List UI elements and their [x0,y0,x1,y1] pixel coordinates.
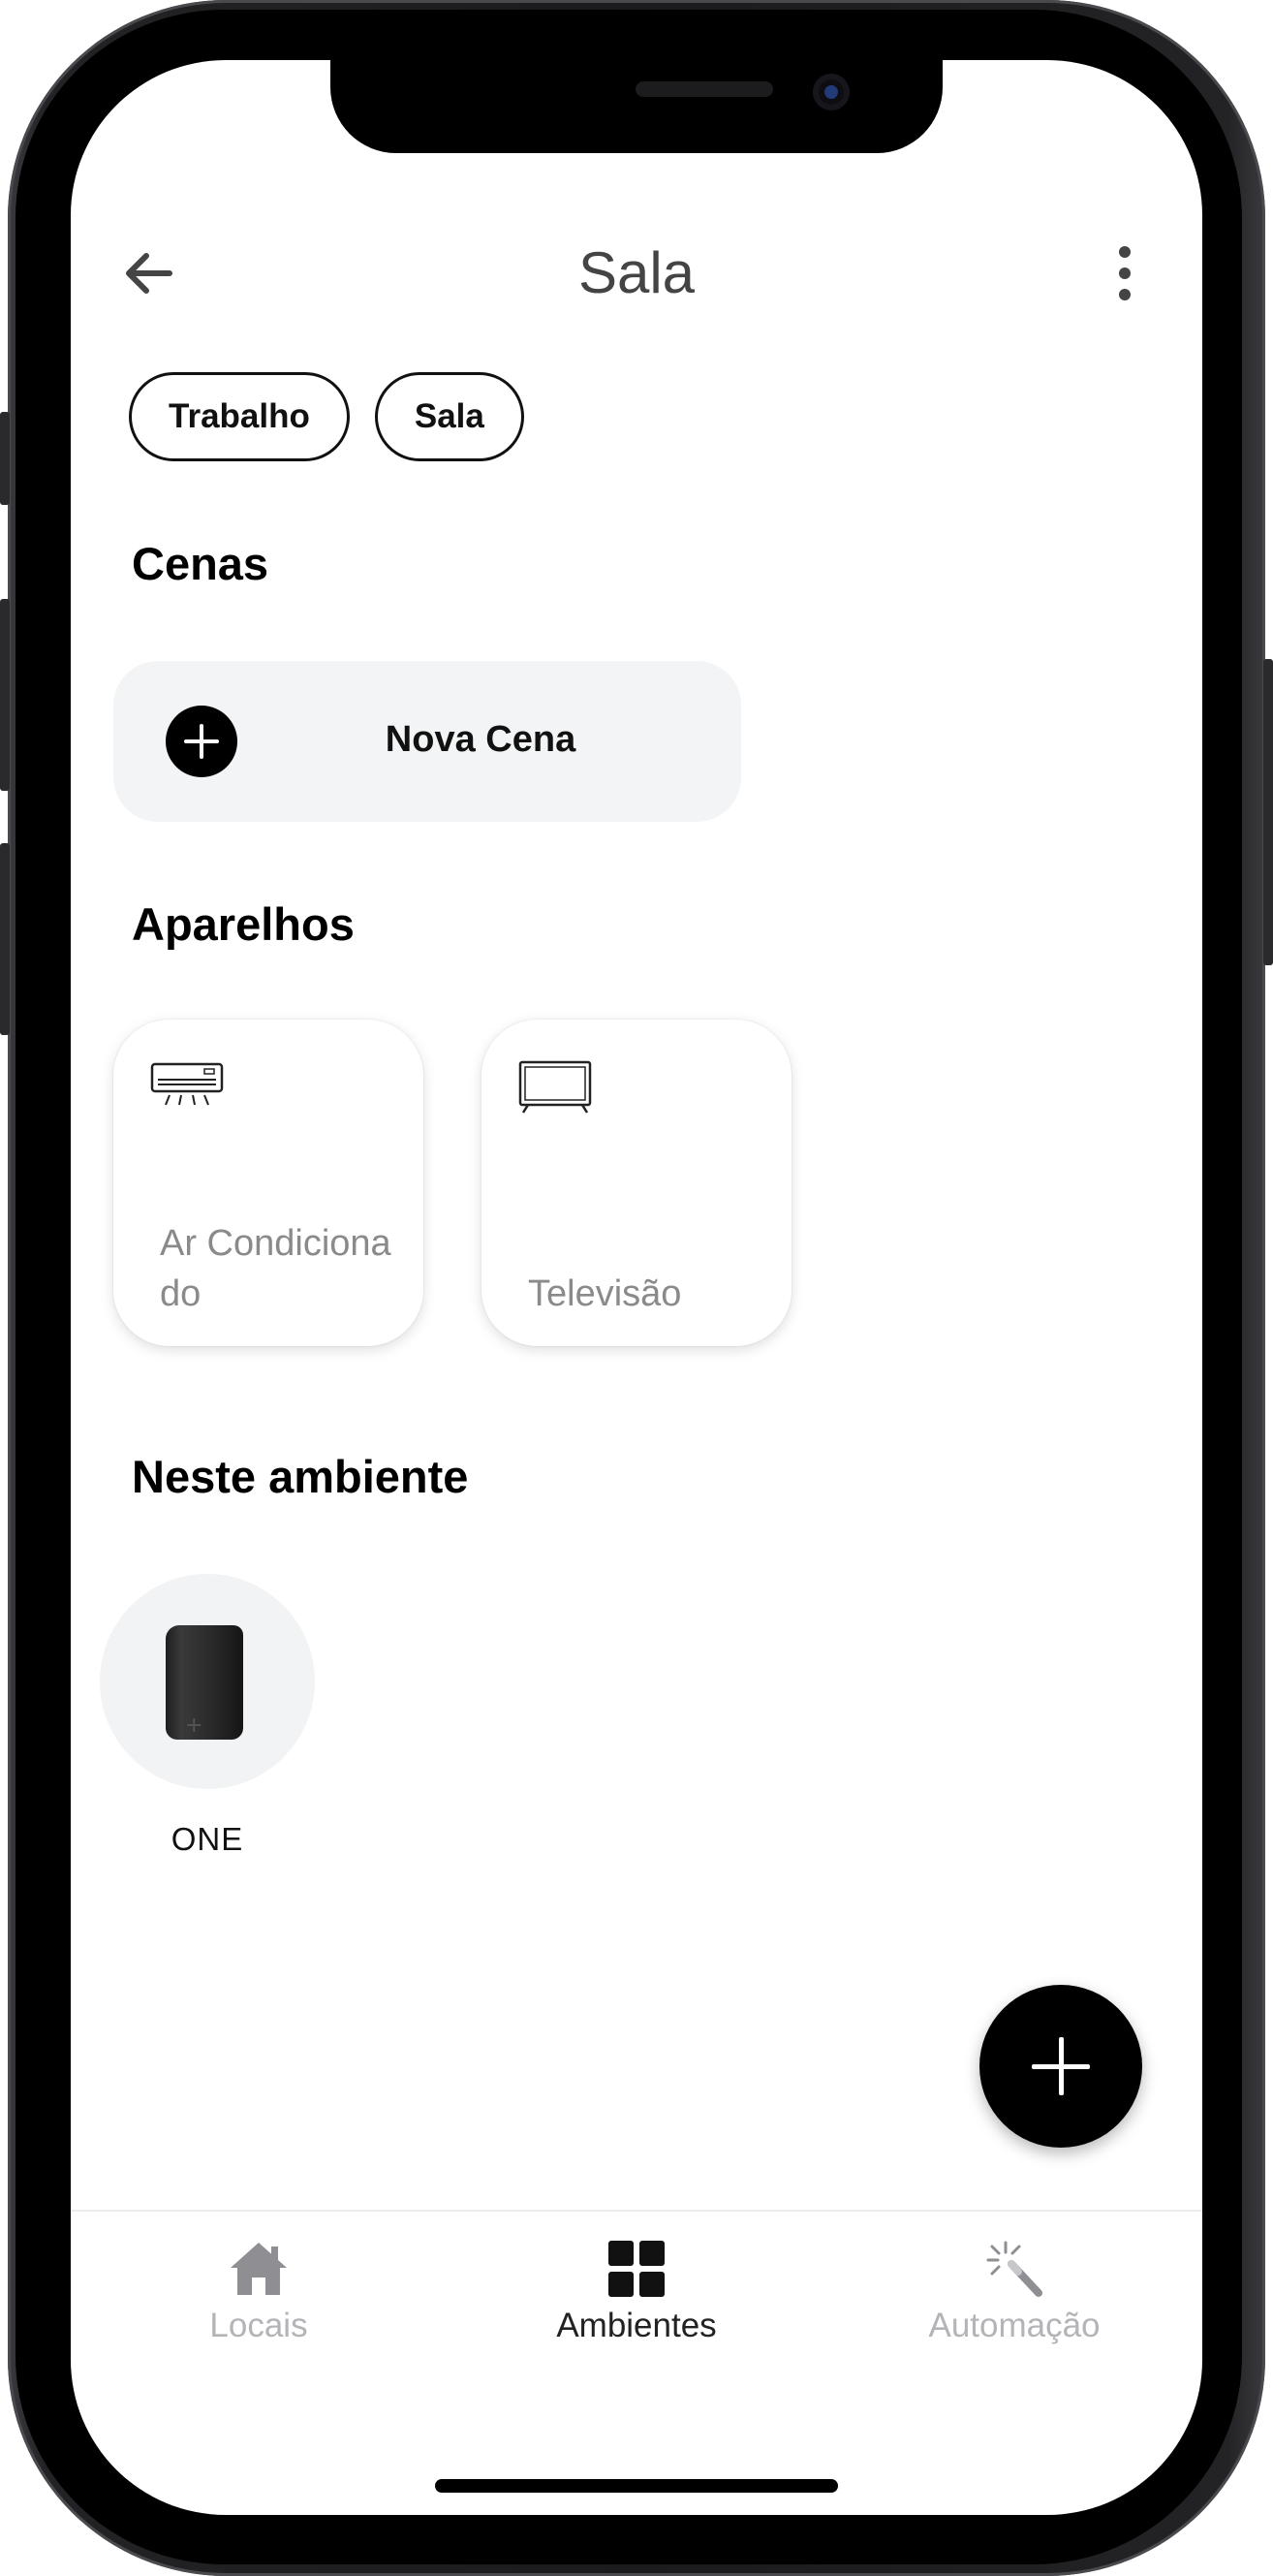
page-title: Sala [577,240,696,305]
section-title-environment: Neste ambiente [132,1451,469,1502]
new-scene-label: Nova Cena [385,719,576,760]
speaker-grille [636,81,773,97]
more-options-button[interactable] [1105,244,1144,302]
notch [330,60,943,153]
device-label: Ar Condicionado [160,1223,391,1314]
section-title-scenes: Cenas [132,538,269,589]
chip-trabalho[interactable]: Trabalho [129,372,350,461]
nav-item-automacao[interactable]: Automação [869,2239,1160,2345]
nav-label: Locais [209,2307,308,2344]
section-title-devices: Aparelhos [132,898,355,950]
device-card-air-conditioner[interactable]: Ar Condicionado [113,1020,423,1346]
nav-item-ambientes[interactable]: Ambientes [491,2239,782,2345]
environment-device-one[interactable] [100,1574,315,1789]
volume-down-button [0,843,10,1035]
hub-device-icon [166,1625,243,1740]
nav-label: Automação [928,2307,1101,2344]
magic-wand-icon [986,2241,1042,2297]
tv-icon [518,1060,592,1114]
more-vertical-icon [1119,246,1131,300]
device-label: Televisão [528,1273,682,1314]
chip-sala[interactable]: Sala [374,372,524,461]
home-indicator[interactable] [435,2479,838,2493]
new-scene-button[interactable]: Nova Cena [113,661,741,822]
nav-label: Ambientes [556,2307,717,2344]
power-button [1263,659,1273,965]
app-screen: Sala Trabalho Sala Cenas Nova Cena Apare… [71,60,1202,2515]
add-fab-button[interactable] [979,1985,1142,2148]
home-icon [231,2243,287,2295]
bottom-navigation: Locais Ambientes Automação [71,2210,1202,2367]
silent-switch [0,412,10,505]
volume-up-button [0,599,10,791]
grid-icon [608,2241,665,2297]
plus-circle-icon [166,706,237,777]
room-chips: Trabalho Sala [129,372,524,461]
environment-device-label: ONE [171,1821,244,1857]
device-card-tv[interactable]: Televisão [481,1020,792,1346]
nav-item-locais[interactable]: Locais [113,2239,404,2345]
air-conditioner-icon [150,1062,224,1106]
front-camera [813,74,850,110]
